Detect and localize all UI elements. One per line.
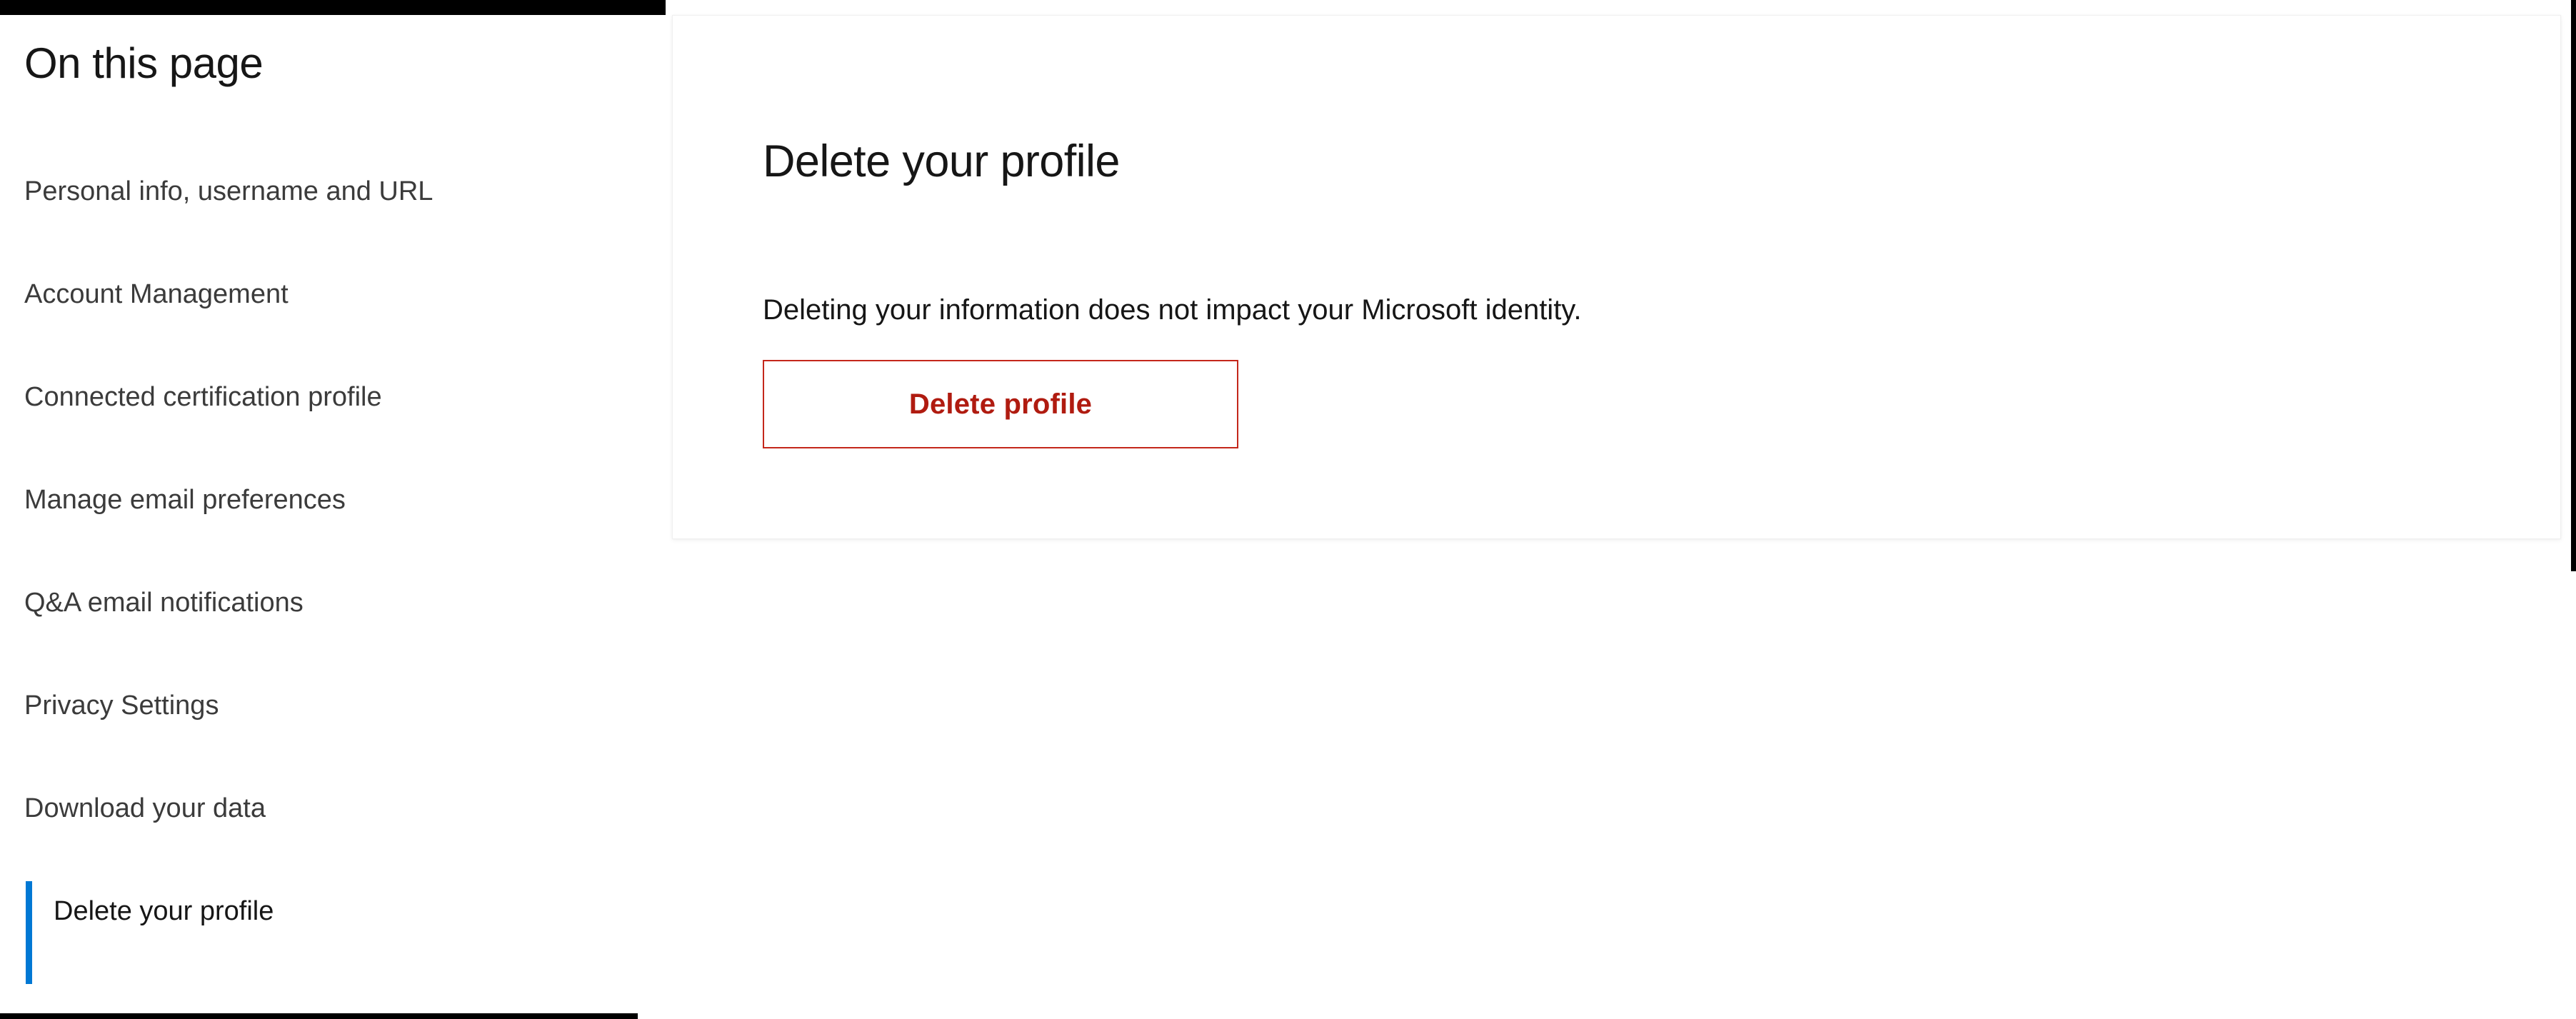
sidebar-item-label: Account Management <box>24 279 289 309</box>
page-description: Deleting your information does not impac… <box>763 294 1582 326</box>
right-edge-rule <box>2571 0 2576 571</box>
delete-profile-card: Delete your profile Deleting your inform… <box>672 15 2561 539</box>
sidebar-item-label: Download your data <box>24 793 266 823</box>
sidebar-item-qa-email-notifications[interactable]: Q&A email notifications <box>0 573 666 676</box>
active-indicator-bar <box>26 881 32 984</box>
sidebar-item-download-your-data[interactable]: Download your data <box>0 778 666 881</box>
sidebar-item-label: Connected certification profile <box>24 382 382 412</box>
sidebar-item-personal-info[interactable]: Personal info, username and URL <box>0 161 666 264</box>
sidebar-item-label: Manage email preferences <box>24 485 346 515</box>
delete-profile-button[interactable]: Delete profile <box>763 360 1238 448</box>
sidebar-item-privacy-settings[interactable]: Privacy Settings <box>0 676 666 778</box>
on-this-page-sidebar: On this page Personal info, username and… <box>0 15 666 1013</box>
table-of-contents-list: Personal info, username and URL Account … <box>0 161 666 984</box>
sidebar-title: On this page <box>24 39 264 87</box>
sidebar-item-label: Delete your profile <box>54 896 274 926</box>
sidebar-item-label: Privacy Settings <box>24 691 219 721</box>
page-title: Delete your profile <box>763 136 1120 187</box>
sidebar-item-delete-your-profile[interactable]: Delete your profile <box>0 881 666 984</box>
sidebar-item-account-management[interactable]: Account Management <box>0 264 666 367</box>
sidebar-item-manage-email-preferences[interactable]: Manage email preferences <box>0 470 666 573</box>
sidebar-item-label: Personal info, username and URL <box>24 176 433 206</box>
delete-profile-button-label: Delete profile <box>908 388 1093 420</box>
card-inner: Delete your profile Deleting your inform… <box>763 16 2560 538</box>
sidebar-item-label: Q&A email notifications <box>24 588 304 618</box>
sidebar-item-connected-certification-profile[interactable]: Connected certification profile <box>0 367 666 470</box>
bottom-edge-rule <box>0 1013 638 1019</box>
top-black-strip <box>0 0 666 15</box>
